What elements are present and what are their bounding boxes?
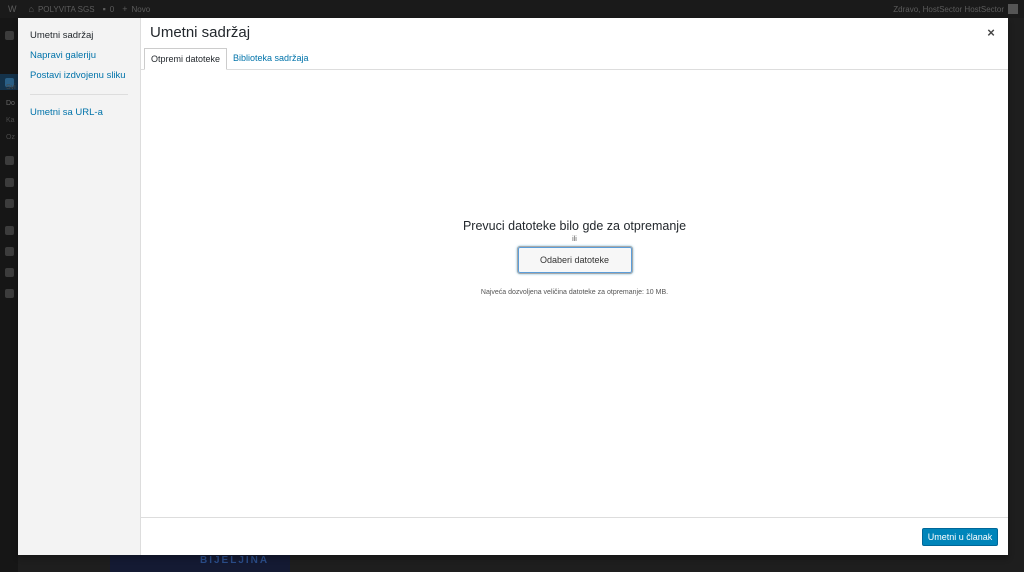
close-icon[interactable]: ×: [984, 26, 998, 40]
avatar[interactable]: [1008, 4, 1018, 14]
menu-item-insert-from-url[interactable]: Umetni sa URL-a: [18, 103, 140, 123]
appearance-icon[interactable]: [5, 226, 14, 235]
menu-item-insert-media[interactable]: Umetni sadržaj: [18, 26, 140, 46]
site-name-link[interactable]: ⌂ POLYVITA SGS: [29, 4, 95, 14]
drop-instructions: Prevuci datoteke bilo gde za otpremanje: [462, 219, 687, 233]
site-banner: BIJELJINA: [110, 554, 290, 572]
submenu-item[interactable]: Svi: [6, 84, 16, 91]
media-toolbar: Umetni u članak: [141, 517, 1008, 555]
tab-upload-files[interactable]: Otpremi datoteke: [144, 48, 228, 70]
select-files-button[interactable]: Odaberi datoteke: [516, 246, 633, 274]
submenu-item[interactable]: Do: [6, 100, 15, 107]
max-upload-size-text: Najveća dozvoljena veličina datoteke za …: [480, 289, 669, 296]
home-icon: ⌂: [28, 4, 34, 14]
or-label: ili: [572, 236, 577, 243]
menu-item-create-gallery[interactable]: Napravi galeriju: [18, 46, 140, 66]
media-modal: Umetni sadržaj Napravi galeriju Postavi …: [18, 18, 1008, 555]
new-content-link[interactable]: + Novo: [122, 4, 150, 14]
users-icon[interactable]: [5, 247, 14, 256]
tab-media-library[interactable]: Biblioteka sadržaja: [227, 48, 315, 70]
dashboard-icon[interactable]: [5, 31, 14, 40]
admin-bar: W ⌂ POLYVITA SGS ▪ 0 + Novo Zdravo, Host…: [0, 0, 1024, 18]
modal-title: Umetni sadržaj: [150, 24, 251, 41]
submenu-item[interactable]: Ka: [6, 117, 15, 124]
new-content-label: Novo: [131, 4, 151, 14]
menu-item-featured-image[interactable]: Postavi izdvojenu sliku: [18, 66, 140, 86]
uploader-inline: Prevuci datoteke bilo gde za otpremanje …: [141, 218, 1008, 296]
admin-side-menu: Svi Do Ka Oz: [0, 18, 18, 572]
site-name-label: POLYVITA SGS: [37, 4, 95, 14]
upload-area[interactable]: Prevuci datoteke bilo gde za otpremanje …: [141, 70, 1008, 517]
account-greeting[interactable]: Zdravo, HostSector HostSector: [893, 5, 1004, 14]
comments-link[interactable]: ▪ 0: [103, 4, 115, 14]
comments-count: 0: [109, 4, 115, 14]
insert-into-post-button[interactable]: Umetni u članak: [922, 528, 998, 546]
comment-icon: ▪: [102, 4, 106, 14]
tools-icon[interactable]: [5, 268, 14, 277]
wordpress-logo-icon[interactable]: W: [8, 4, 21, 14]
banner-text: BIJELJINA: [200, 555, 270, 566]
media-menu: Umetni sadržaj Napravi galeriju Postavi …: [18, 18, 141, 555]
settings-icon[interactable]: [5, 289, 14, 298]
comments-icon[interactable]: [5, 199, 14, 208]
media-router: Otpremi datoteke Biblioteka sadržaja: [141, 48, 1008, 70]
plus-icon: +: [122, 4, 128, 14]
menu-separator: [30, 94, 128, 95]
submenu-item[interactable]: Oz: [6, 134, 15, 141]
pages-icon[interactable]: [5, 178, 14, 187]
modal-title-bar: Umetni sadržaj: [141, 18, 1008, 48]
media-icon[interactable]: [5, 156, 14, 165]
